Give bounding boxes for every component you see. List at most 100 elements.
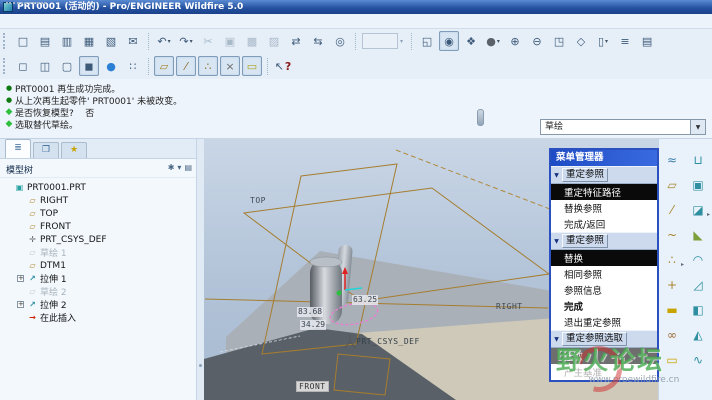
favorites-tab[interactable]: ★ bbox=[61, 142, 87, 158]
datum-tag-front[interactable]: FRONT bbox=[296, 381, 329, 392]
undo-button[interactable]: ↶▾ bbox=[154, 31, 174, 51]
menu-manager-row[interactable]: ▼ 重定参照选取 bbox=[551, 330, 657, 348]
sketch-curve-button[interactable]: ~ bbox=[659, 222, 685, 247]
cut-button[interactable]: ✂ bbox=[198, 31, 218, 51]
tree-item[interactable]: → 在此插入 bbox=[0, 311, 196, 324]
draft-tool-button[interactable]: ◪ bbox=[685, 197, 711, 222]
model-update-button[interactable]: ⇆ bbox=[308, 31, 328, 51]
orient-mode-button[interactable]: ❖ bbox=[461, 31, 481, 51]
menu-manager-row[interactable]: 完成 bbox=[551, 298, 657, 314]
no-hidden-button[interactable]: ▢ bbox=[57, 56, 77, 76]
shaded-button[interactable]: ◼ bbox=[79, 56, 99, 76]
context-help-button[interactable]: ↖ ? bbox=[273, 56, 293, 76]
datum-tag-right[interactable]: RIGHT bbox=[496, 302, 523, 311]
tree-item[interactable]: ▱ TOP bbox=[0, 207, 196, 220]
toolbar-grip[interactable] bbox=[3, 58, 9, 74]
tree-item[interactable]: ▱ 草绘 2 bbox=[0, 285, 196, 298]
spin-center-button[interactable]: ◉ bbox=[439, 31, 459, 51]
menu-manager-title[interactable]: 菜单管理器 bbox=[551, 150, 657, 166]
point-display-toggle[interactable]: ∴ bbox=[198, 56, 218, 76]
tree-item[interactable]: ▣ PRT0001.PRT bbox=[0, 181, 196, 194]
saved-views-button[interactable]: ▯▾ bbox=[593, 31, 613, 51]
regenerate-button[interactable]: ⇄ bbox=[286, 31, 306, 51]
datum-point-button[interactable]: ∴ bbox=[659, 247, 685, 272]
csys-tag[interactable]: PRT_CSYS_DEF bbox=[356, 337, 420, 346]
datum-plane-button[interactable]: ▱ bbox=[659, 172, 685, 197]
tree-item[interactable]: ▱ 草绘 1 bbox=[0, 246, 196, 259]
sweep-tool-button[interactable]: ∿ bbox=[685, 347, 711, 372]
menu-manager-row[interactable]: 参照信息 bbox=[551, 282, 657, 298]
combo-dropdown-button[interactable]: ▼ bbox=[690, 120, 705, 134]
toolbar-grip[interactable] bbox=[3, 33, 9, 49]
round-tool-button[interactable]: ◠ bbox=[685, 247, 711, 272]
repaint-button[interactable]: ◱ bbox=[417, 31, 437, 51]
prompt-combo[interactable]: 草绘 ▼ bbox=[540, 119, 706, 135]
chevron-down-icon[interactable]: ▾ bbox=[398, 38, 405, 45]
tree-filter-dropdown[interactable]: ▾ bbox=[177, 159, 181, 177]
tree-item[interactable]: ▱ RIGHT bbox=[0, 194, 196, 207]
paste-button[interactable]: ▩ bbox=[242, 31, 262, 51]
menu-manager-row[interactable]: 选取 bbox=[551, 348, 657, 364]
zoom-in-button[interactable]: ⊕ bbox=[505, 31, 525, 51]
print-preview-button[interactable]: ▧ bbox=[101, 31, 121, 51]
axis-display-toggle[interactable]: ⁄ bbox=[176, 56, 196, 76]
shell-tool-button[interactable]: ▣ bbox=[685, 172, 711, 197]
dimension-value[interactable]: 34.29 bbox=[300, 320, 326, 330]
note-tool-button[interactable]: ▭ bbox=[659, 347, 685, 372]
measure-tool-button[interactable]: ▬ bbox=[659, 297, 685, 322]
rib-tool-button[interactable]: ◣ bbox=[685, 222, 711, 247]
wireframe-button[interactable]: ◻ bbox=[13, 56, 33, 76]
model-tree-tab[interactable]: ≣ bbox=[5, 139, 31, 158]
open-file-button[interactable]: ▤ bbox=[35, 31, 55, 51]
tree-item[interactable]: ▱ DTM1 bbox=[0, 259, 196, 272]
save-file-button[interactable]: ▥ bbox=[57, 31, 77, 51]
style-tool-button[interactable]: ≈ bbox=[659, 147, 685, 172]
datum-tag-top[interactable]: TOP bbox=[250, 196, 266, 205]
folder-browser-tab[interactable]: ❐ bbox=[33, 142, 59, 158]
title-bar[interactable]: PRT0001 (活动的) - Pro/ENGINEER Wildfire 5.… bbox=[0, 0, 712, 14]
new-file-button[interactable]: □ bbox=[13, 31, 33, 51]
links-button[interactable]: ∞ bbox=[659, 322, 685, 347]
refit-button[interactable]: ◳ bbox=[549, 31, 569, 51]
view-manager-button[interactable]: ▤ bbox=[637, 31, 657, 51]
plane-display-toggle[interactable]: ▱ bbox=[154, 56, 174, 76]
menu-manager-row[interactable]: 完成/返回 bbox=[551, 216, 657, 232]
menu-manager-row[interactable]: 替换参照 bbox=[551, 200, 657, 216]
menu-manager-row[interactable]: ▼ 重定参照 bbox=[551, 166, 657, 184]
chamfer-tool-button[interactable]: ◿ bbox=[685, 272, 711, 297]
menu-manager-row[interactable]: 退出重定参照 bbox=[551, 314, 657, 330]
dimension-value[interactable]: 83.68 bbox=[297, 307, 323, 317]
selection-filter-box[interactable] bbox=[362, 33, 398, 49]
menu-manager-row[interactable]: 产生基准 bbox=[551, 364, 657, 380]
csys-display-toggle[interactable]: × bbox=[220, 56, 240, 76]
send-model-button[interactable]: ✉ bbox=[123, 31, 143, 51]
tree-item[interactable]: + ↗ 拉伸 1 bbox=[0, 272, 196, 285]
expander-icon[interactable]: + bbox=[17, 301, 24, 308]
revolve-tool-button[interactable]: ◭ bbox=[685, 322, 711, 347]
tree-item[interactable]: + ↗ 拉伸 2 bbox=[0, 298, 196, 311]
menu-manager-row[interactable]: 替换 bbox=[551, 250, 657, 266]
dimension-value[interactable]: 63.25 bbox=[352, 295, 378, 305]
tree-item[interactable]: ✛ PRT_CSYS_DEF bbox=[0, 233, 196, 246]
paste-special-button[interactable]: ▨ bbox=[264, 31, 284, 51]
toolbar-grip[interactable] bbox=[6, 2, 46, 4]
copy-button[interactable]: ▣ bbox=[220, 31, 240, 51]
menu-manager-row[interactable]: ▼ 重定参照 bbox=[551, 232, 657, 250]
shading-style-button[interactable]: ●▾ bbox=[483, 31, 503, 51]
zoom-out-button[interactable]: ⊖ bbox=[527, 31, 547, 51]
reorient-button[interactable]: ◇ bbox=[571, 31, 591, 51]
hidden-line-button[interactable]: ◫ bbox=[35, 56, 55, 76]
orientation-grid-button[interactable]: ∷ bbox=[123, 56, 143, 76]
datum-csys-button[interactable]: + bbox=[659, 272, 685, 297]
extrude-tool-button[interactable]: ◧ bbox=[685, 297, 711, 322]
realism-button[interactable]: ● bbox=[101, 56, 121, 76]
selection-filter-combo[interactable]: ▾ bbox=[362, 33, 405, 49]
print-button[interactable]: ▦ bbox=[79, 31, 99, 51]
tree-filter-button[interactable]: ✱ bbox=[168, 159, 175, 177]
annotation-display-toggle[interactable]: ▭ bbox=[242, 56, 262, 76]
layers-button[interactable]: ≡ bbox=[615, 31, 635, 51]
datum-axis-button[interactable]: ⁄ bbox=[659, 197, 685, 222]
expander-icon[interactable]: + bbox=[17, 275, 24, 282]
redo-button[interactable]: ↷▾ bbox=[176, 31, 196, 51]
hole-tool-button[interactable]: ⊔ bbox=[685, 147, 711, 172]
